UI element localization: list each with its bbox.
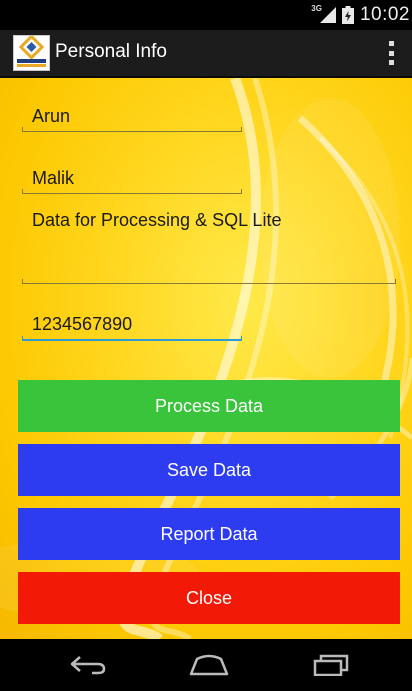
last-name-field[interactable]: Malik <box>22 168 242 194</box>
signal-icon <box>319 7 336 23</box>
page-title: Personal Info <box>55 41 167 62</box>
description-value: Data for Processing & SQL Lite <box>32 210 282 230</box>
back-icon[interactable] <box>63 651 113 679</box>
san-jose-state-logo <box>13 34 50 71</box>
close-label: Close <box>185 587 233 608</box>
overflow-menu-icon[interactable] <box>386 41 396 65</box>
first-name-underline <box>22 127 242 132</box>
description-underline <box>22 279 396 284</box>
save-data-label: Save Data <box>166 459 252 480</box>
phone-underline <box>22 336 242 341</box>
phone-field[interactable]: 1234567890 <box>22 314 242 341</box>
description-field[interactable]: Data for Processing & SQL Lite <box>22 210 396 284</box>
status-bar: 3G 10:02 <box>0 0 412 30</box>
navigation-bar <box>0 639 412 691</box>
report-data-button[interactable]: Report Data <box>18 508 400 560</box>
battery-icon <box>341 6 354 24</box>
process-data-button[interactable]: Process Data <box>18 380 400 432</box>
recents-icon[interactable] <box>306 651 356 679</box>
save-data-button[interactable]: Save Data <box>18 444 400 496</box>
action-bar: Personal Info <box>0 30 412 78</box>
close-button[interactable]: Close <box>18 572 400 624</box>
report-data-label: Report Data <box>160 523 258 544</box>
android-screen: 3G 10:02 Personal Info Arun Malik Data f… <box>0 0 412 691</box>
last-name-underline <box>22 189 242 194</box>
process-data-label: Process Data <box>154 395 264 416</box>
last-name-value: Malik <box>32 168 75 188</box>
form-content: Arun Malik Data for Processing & SQL Lit… <box>0 78 412 639</box>
phone-value: 1234567890 <box>32 314 133 334</box>
home-icon[interactable] <box>184 651 234 679</box>
network-type-label: 3G <box>311 3 322 13</box>
clock: 10:02 <box>359 4 410 25</box>
first-name-value: Arun <box>32 106 71 126</box>
first-name-field[interactable]: Arun <box>22 106 242 132</box>
